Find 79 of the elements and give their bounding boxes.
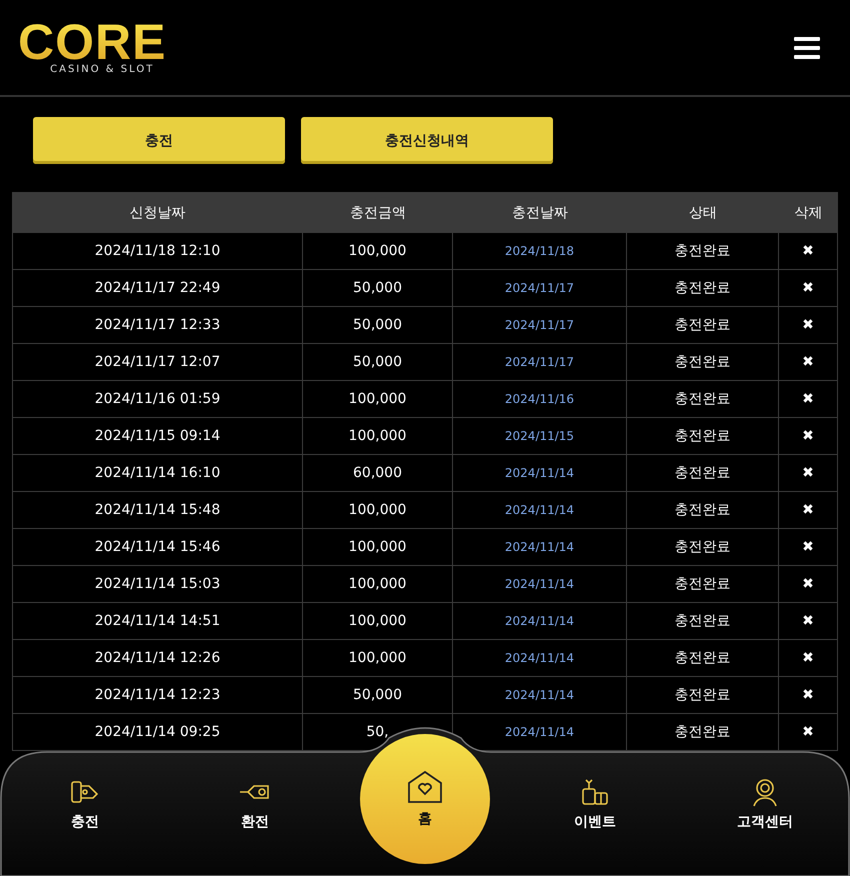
table-cell: 2024/11/18 12:10 (12, 233, 303, 270)
delete-button[interactable]: ✖ (779, 640, 838, 677)
table-cell: 2024/11/14 (453, 455, 627, 492)
delete-button[interactable]: ✖ (779, 566, 838, 603)
table-cell: 2024/11/14 15:46 (12, 529, 303, 566)
table-cell: 충전완료 (627, 381, 779, 418)
table-cell: 50,000 (303, 344, 453, 381)
table-cell: 2024/11/14 (453, 529, 627, 566)
delete-button[interactable]: ✖ (779, 418, 838, 455)
table-cell: 충전완료 (627, 418, 779, 455)
tab-button[interactable]: 충전 (33, 117, 285, 164)
table-cell: 100,000 (303, 418, 453, 455)
nav-item[interactable]: 환전 (238, 777, 272, 831)
table-cell: 2024/11/18 (453, 233, 627, 270)
table-cell: 2024/11/14 15:48 (12, 492, 303, 529)
column-header: 충전금액 (303, 192, 453, 233)
delete-button[interactable]: ✖ (779, 270, 838, 307)
table-cell: 100,000 (303, 492, 453, 529)
table-cell: 100,000 (303, 529, 453, 566)
table-cell: 2024/11/14 12:23 (12, 677, 303, 714)
nav-item[interactable]: 충전 (68, 777, 102, 831)
nav-item[interactable]: 이벤트 (574, 777, 616, 831)
table-cell: 50,000 (303, 307, 453, 344)
table-cell: 2024/11/14 (453, 566, 627, 603)
delete-button[interactable]: ✖ (779, 603, 838, 640)
table-cell: 충전완료 (627, 307, 779, 344)
nav-item[interactable]: 고객센터 (737, 777, 793, 831)
table-cell: 2024/11/17 22:49 (12, 270, 303, 307)
table-cell: 충전완료 (627, 344, 779, 381)
table-cell: 2024/11/17 (453, 307, 627, 344)
table-cell: 2024/11/17 12:07 (12, 344, 303, 381)
table-cell: 2024/11/14 (453, 640, 627, 677)
table-cell: 100,000 (303, 603, 453, 640)
table-cell: 충전완료 (627, 270, 779, 307)
table-cell: 2024/11/15 (453, 418, 627, 455)
table-cell: 2024/11/14 14:51 (12, 603, 303, 640)
table-cell: 50,000 (303, 270, 453, 307)
table-cell: 2024/11/16 01:59 (12, 381, 303, 418)
table-cell: 100,000 (303, 640, 453, 677)
table-cell: 충전완료 (627, 640, 779, 677)
table-cell: 2024/11/15 09:14 (12, 418, 303, 455)
delete-button[interactable]: ✖ (779, 529, 838, 566)
table-cell: 2024/11/17 (453, 344, 627, 381)
delete-button[interactable]: ✖ (779, 492, 838, 529)
table-cell: 충전완료 (627, 233, 779, 270)
column-header: 신청날짜 (12, 192, 303, 233)
column-header: 충전날짜 (453, 192, 627, 233)
logo-subtitle: CASINO & SLOT (50, 64, 154, 75)
table-cell: 2024/11/17 (453, 270, 627, 307)
table-cell: 충전완료 (627, 529, 779, 566)
table-cell: 충전완료 (627, 566, 779, 603)
table-cell: 2024/11/16 (453, 381, 627, 418)
table-cell: 50,000 (303, 677, 453, 714)
table-cell: 100,000 (303, 381, 453, 418)
delete-button[interactable]: ✖ (779, 307, 838, 344)
tab-button[interactable]: 충전신청내역 (301, 117, 553, 164)
column-header: 삭제 (779, 192, 838, 233)
house-heart-icon (407, 770, 443, 804)
table-cell: 충전완료 (627, 455, 779, 492)
delete-button[interactable]: ✖ (779, 381, 838, 418)
table-cell: 2024/11/14 (453, 677, 627, 714)
table-cell: 충전완료 (627, 492, 779, 529)
table-cell: 충전완료 (627, 603, 779, 640)
table-cell: 2024/11/14 16:10 (12, 455, 303, 492)
delete-button[interactable]: ✖ (779, 233, 838, 270)
column-header: 상태 (627, 192, 779, 233)
delete-button[interactable]: ✖ (779, 344, 838, 381)
table-cell: 2024/11/17 12:33 (12, 307, 303, 344)
delete-button[interactable]: ✖ (779, 677, 838, 714)
menu-icon[interactable] (794, 36, 820, 58)
table-cell: 60,000 (303, 455, 453, 492)
delete-button[interactable]: ✖ (779, 455, 838, 492)
table-cell: 2024/11/14 15:03 (12, 566, 303, 603)
table-cell: 2024/11/14 (453, 492, 627, 529)
table-cell: 2024/11/14 (453, 603, 627, 640)
table-cell: 충전완료 (627, 677, 779, 714)
table-cell: 100,000 (303, 233, 453, 270)
table-cell: 100,000 (303, 566, 453, 603)
table-cell: 2024/11/14 12:26 (12, 640, 303, 677)
